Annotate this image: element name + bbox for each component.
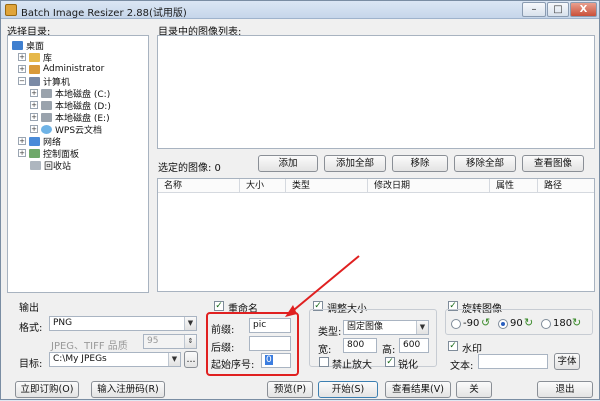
rotate-flip-icon: ↻ [572,316,582,329]
view-results-button[interactable]: 查看结果(V) [385,381,451,398]
watermark-text-label: 文本: [450,361,474,372]
app-window: Batch Image Resizer 2.88(试用版) – □ X 选择目录… [0,0,600,400]
sharpen-label: 锐化 [398,360,418,371]
height-label: 高: [382,345,396,356]
width-input[interactable]: 800 [343,338,377,353]
watermark-label: 水印 [462,344,482,355]
enter-code-button[interactable]: 输入注册码(R) [91,381,165,398]
rotate-90-label: 90 [510,318,523,329]
rotate-180-label: 180 [553,318,573,329]
about-button[interactable]: 关 [456,381,492,398]
start-button[interactable]: 开始(S) [318,381,378,398]
exit-button[interactable]: 退出 [537,381,593,398]
rotate-minus90-label: -90 [463,318,480,329]
watermark-text-input[interactable] [478,354,548,369]
rotate-90-radio[interactable] [498,319,508,329]
buy-now-button[interactable]: 立即订购(O) [15,381,79,398]
sharpen-checkbox[interactable]: ✓ [385,357,395,367]
no-enlarge-label: 禁止放大 [332,360,372,371]
rotate-minus90-radio[interactable] [451,319,461,329]
rotate-cw-icon: ↻ [524,316,534,329]
resize-type-dropdown[interactable]: 固定图像 ▼ [343,320,429,335]
width-label: 宽: [318,345,332,356]
watermark-checkbox[interactable]: ✓ [448,341,458,351]
annotation-arrow [285,255,360,317]
no-enlarge-checkbox[interactable] [319,357,329,367]
preview-button[interactable]: 预览(P) [267,381,313,398]
height-input[interactable]: 600 [399,338,429,353]
font-button[interactable]: 字体 [554,353,580,370]
chevron-down-icon: ▼ [416,321,428,334]
rotate-180-radio[interactable] [541,319,551,329]
rotate-ccw-icon: ↺ [481,316,491,329]
resize-type-label: 类型: [318,327,342,338]
resize-type-value: 固定图像 [347,322,384,332]
